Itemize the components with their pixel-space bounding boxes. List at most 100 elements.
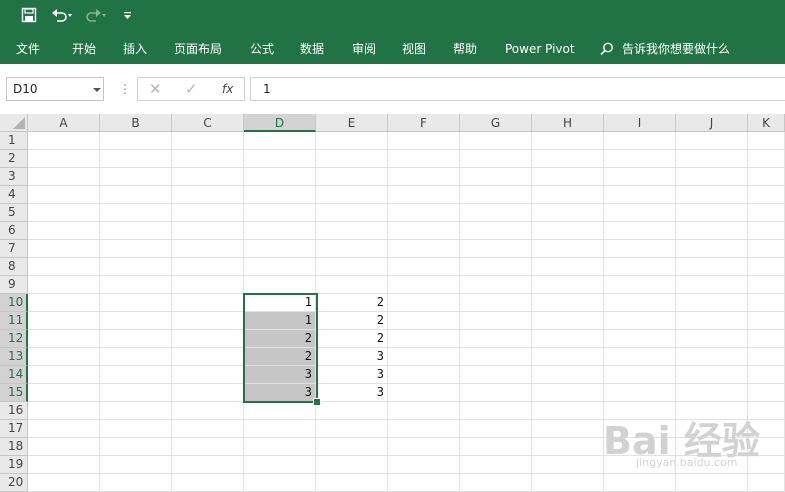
cell-g10[interactable] <box>460 294 532 312</box>
cell-g7[interactable] <box>460 240 532 258</box>
cell-b6[interactable] <box>100 222 172 240</box>
cell-f10[interactable] <box>388 294 460 312</box>
row-header-19[interactable]: 19 <box>0 456 28 474</box>
cell-b9[interactable] <box>100 276 172 294</box>
fill-handle[interactable] <box>313 398 321 406</box>
column-header-b[interactable]: B <box>100 114 172 132</box>
cell-c7[interactable] <box>172 240 244 258</box>
cell-a3[interactable] <box>28 168 100 186</box>
cell-b7[interactable] <box>100 240 172 258</box>
cell-h6[interactable] <box>532 222 604 240</box>
cell-j7[interactable] <box>676 240 748 258</box>
row-header-12[interactable]: 12 <box>0 330 28 348</box>
cell-c9[interactable] <box>172 276 244 294</box>
cell-j3[interactable] <box>676 168 748 186</box>
cell-j4[interactable] <box>676 186 748 204</box>
cell-g2[interactable] <box>460 150 532 168</box>
cell-j20[interactable] <box>676 474 748 492</box>
cell-h15[interactable] <box>532 384 604 402</box>
cell-b18[interactable] <box>100 438 172 456</box>
cell-e20[interactable] <box>316 474 388 492</box>
cell-a16[interactable] <box>28 402 100 420</box>
cell-k20[interactable] <box>748 474 785 492</box>
cell-f18[interactable] <box>388 438 460 456</box>
cell-h18[interactable] <box>532 438 604 456</box>
cell-g17[interactable] <box>460 420 532 438</box>
cell-i12[interactable] <box>604 330 676 348</box>
name-box-dropdown-icon[interactable] <box>93 88 101 92</box>
cell-k1[interactable] <box>748 132 785 150</box>
cell-i20[interactable] <box>604 474 676 492</box>
row-header-18[interactable]: 18 <box>0 438 28 456</box>
cell-b19[interactable] <box>100 456 172 474</box>
row-header-13[interactable]: 13 <box>0 348 28 366</box>
cell-d5[interactable] <box>244 204 316 222</box>
cell-c18[interactable] <box>172 438 244 456</box>
cell-f19[interactable] <box>388 456 460 474</box>
row-header-9[interactable]: 9 <box>0 276 28 294</box>
cell-f2[interactable] <box>388 150 460 168</box>
cell-f4[interactable] <box>388 186 460 204</box>
cell-k13[interactable] <box>748 348 785 366</box>
cell-h19[interactable] <box>532 456 604 474</box>
insert-function-button[interactable]: fx <box>222 80 233 98</box>
cell-g12[interactable] <box>460 330 532 348</box>
cell-i13[interactable] <box>604 348 676 366</box>
cell-d7[interactable] <box>244 240 316 258</box>
cell-d11[interactable]: 1 <box>244 312 316 330</box>
cell-i2[interactable] <box>604 150 676 168</box>
cell-e17[interactable] <box>316 420 388 438</box>
cell-j8[interactable] <box>676 258 748 276</box>
cell-c16[interactable] <box>172 402 244 420</box>
column-header-k[interactable]: K <box>748 114 785 132</box>
tab-formulas[interactable]: 公式 <box>250 40 274 58</box>
cell-g5[interactable] <box>460 204 532 222</box>
cell-g4[interactable] <box>460 186 532 204</box>
cell-k15[interactable] <box>748 384 785 402</box>
cell-j1[interactable] <box>676 132 748 150</box>
row-header-4[interactable]: 4 <box>0 186 28 204</box>
cell-a12[interactable] <box>28 330 100 348</box>
column-header-i[interactable]: I <box>604 114 676 132</box>
cell-f16[interactable] <box>388 402 460 420</box>
cell-c8[interactable] <box>172 258 244 276</box>
cell-e12[interactable]: 2 <box>316 330 388 348</box>
cell-c1[interactable] <box>172 132 244 150</box>
cell-i9[interactable] <box>604 276 676 294</box>
cell-b3[interactable] <box>100 168 172 186</box>
cell-c2[interactable] <box>172 150 244 168</box>
cell-e7[interactable] <box>316 240 388 258</box>
cell-e15[interactable]: 3 <box>316 384 388 402</box>
cell-a17[interactable] <box>28 420 100 438</box>
cell-g14[interactable] <box>460 366 532 384</box>
cell-e11[interactable]: 2 <box>316 312 388 330</box>
cell-c13[interactable] <box>172 348 244 366</box>
cell-e13[interactable]: 3 <box>316 348 388 366</box>
cell-i14[interactable] <box>604 366 676 384</box>
column-header-e[interactable]: E <box>316 114 388 132</box>
cell-b8[interactable] <box>100 258 172 276</box>
search-icon[interactable] <box>600 41 613 56</box>
cell-d4[interactable] <box>244 186 316 204</box>
cell-e4[interactable] <box>316 186 388 204</box>
cell-h20[interactable] <box>532 474 604 492</box>
customize-qat-icon[interactable] <box>123 7 133 27</box>
cell-g9[interactable] <box>460 276 532 294</box>
cell-g3[interactable] <box>460 168 532 186</box>
cell-h4[interactable] <box>532 186 604 204</box>
cell-f15[interactable] <box>388 384 460 402</box>
cell-f14[interactable] <box>388 366 460 384</box>
cell-i11[interactable] <box>604 312 676 330</box>
cell-d16[interactable] <box>244 402 316 420</box>
cell-a20[interactable] <box>28 474 100 492</box>
cell-a14[interactable] <box>28 366 100 384</box>
cell-a18[interactable] <box>28 438 100 456</box>
column-header-g[interactable]: G <box>460 114 532 132</box>
row-header-6[interactable]: 6 <box>0 222 28 240</box>
cell-c14[interactable] <box>172 366 244 384</box>
cell-h9[interactable] <box>532 276 604 294</box>
cell-b11[interactable] <box>100 312 172 330</box>
cell-e5[interactable] <box>316 204 388 222</box>
cell-c4[interactable] <box>172 186 244 204</box>
column-header-a[interactable]: A <box>28 114 100 132</box>
